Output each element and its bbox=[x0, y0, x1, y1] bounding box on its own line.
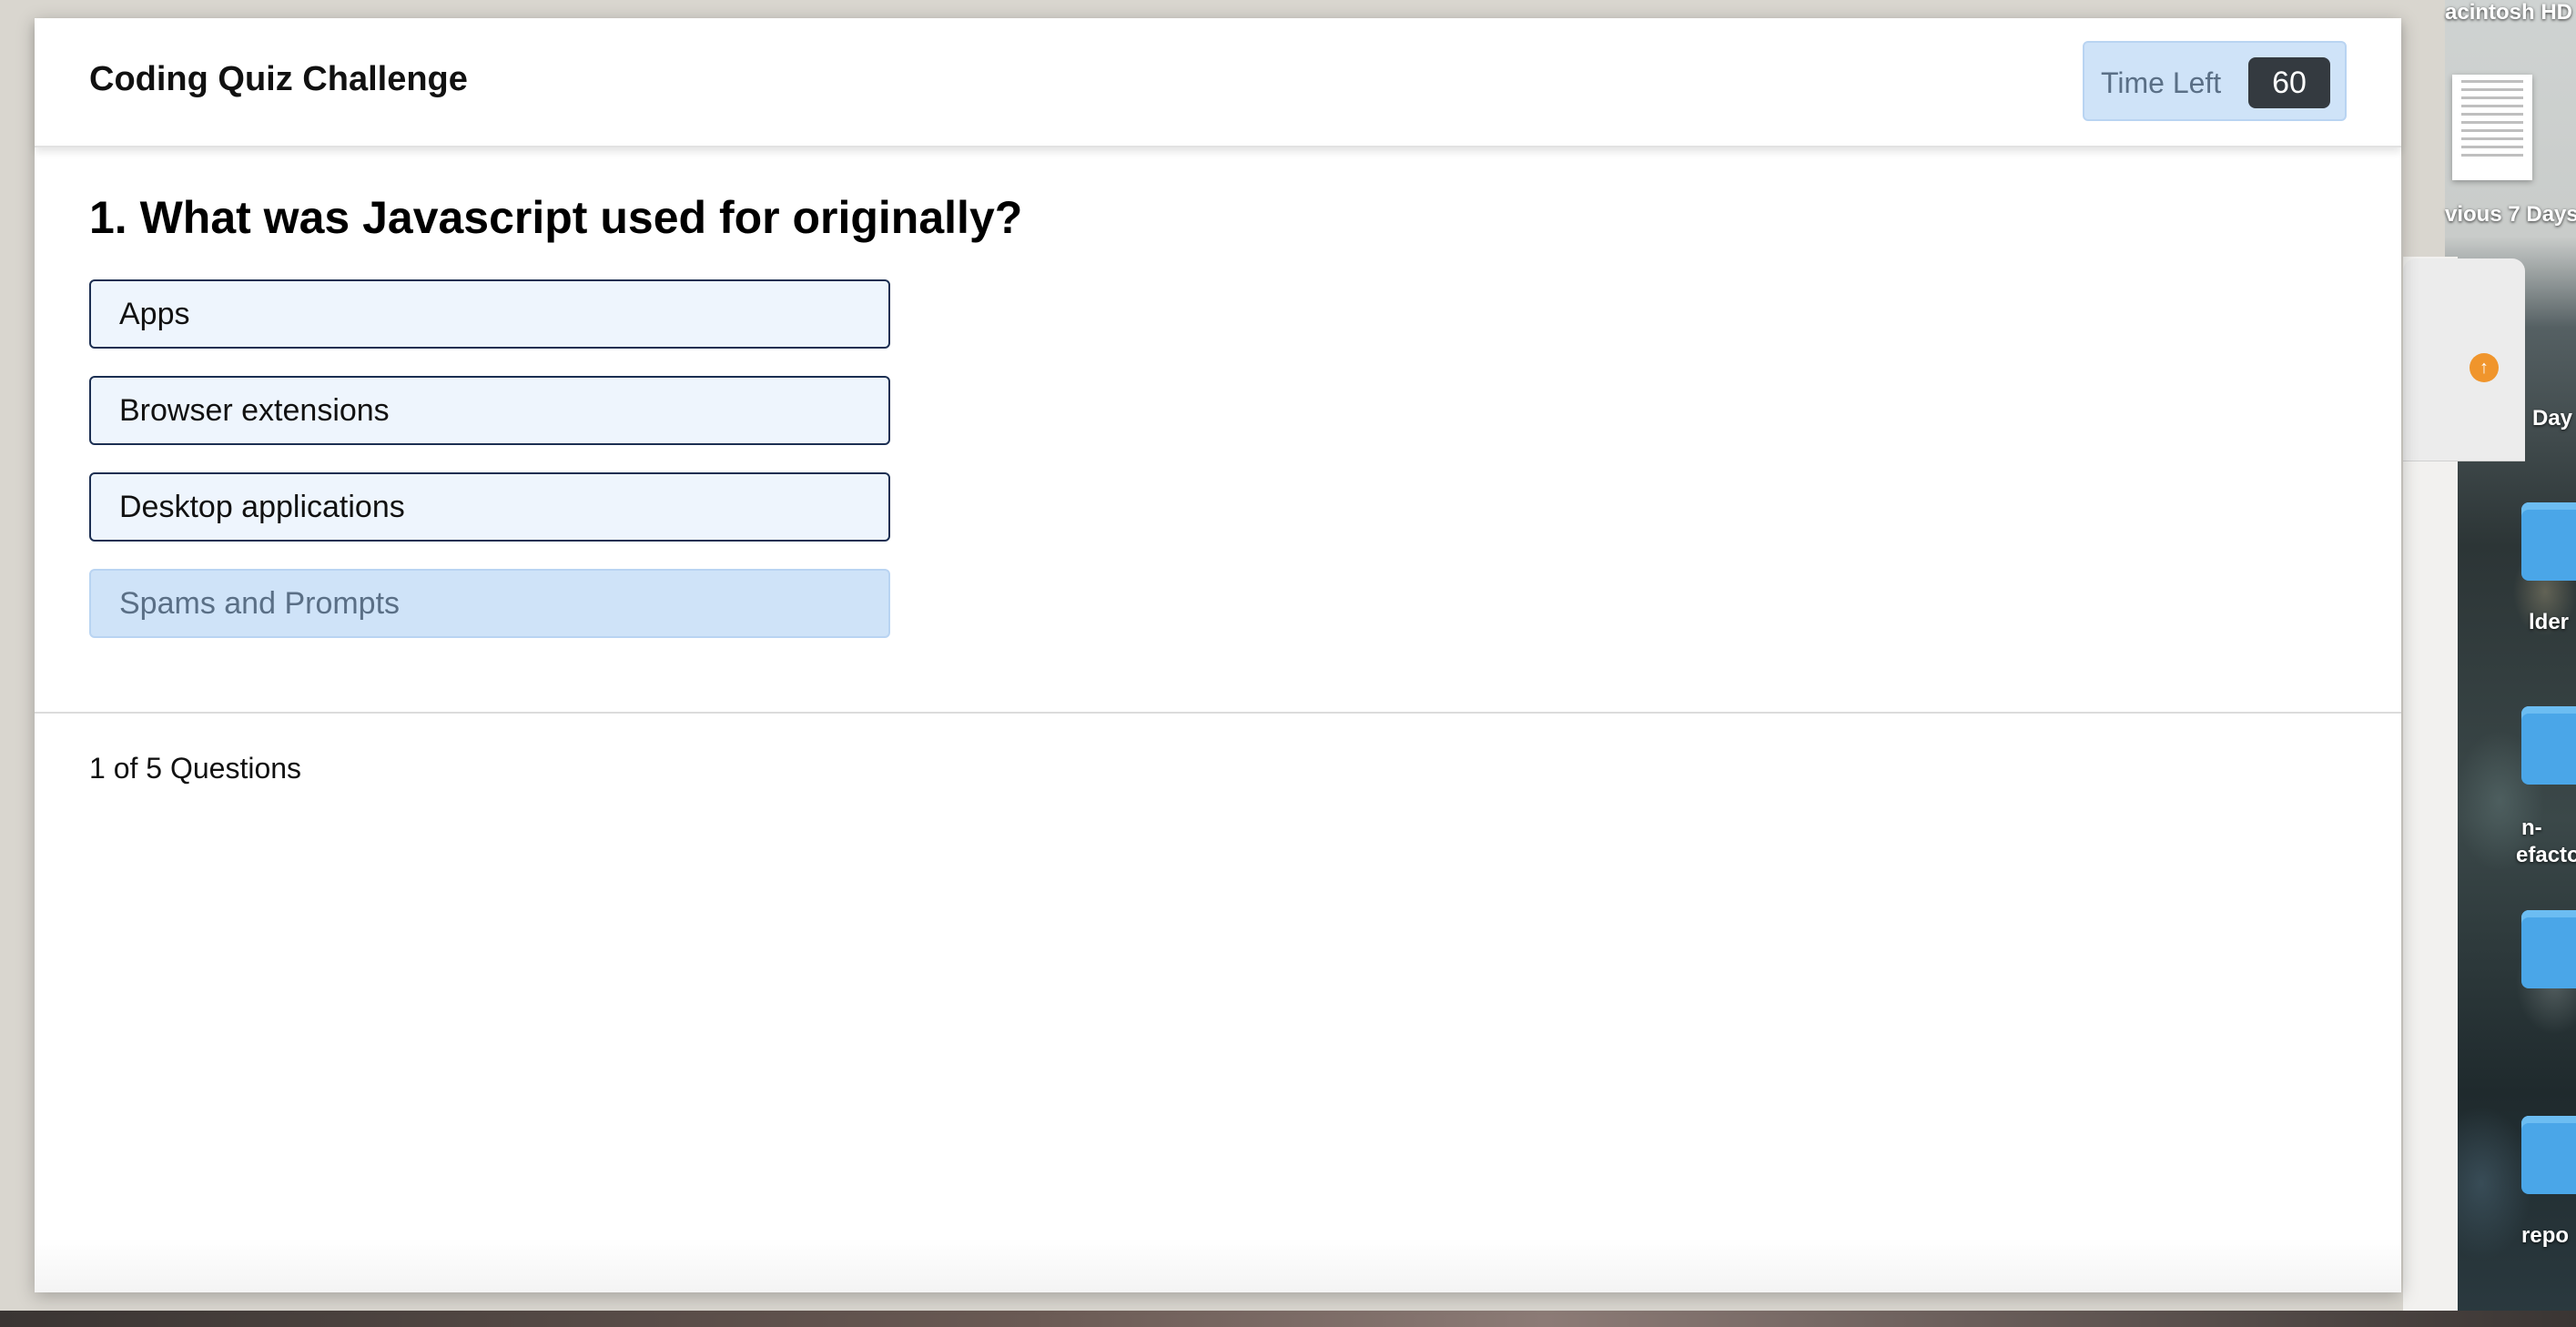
folder-label[interactable]: repo bbox=[2521, 1223, 2569, 1249]
answer-choice-browser-extensions[interactable]: Browser extensions bbox=[89, 376, 890, 445]
window-bottom-shade bbox=[35, 1238, 2401, 1292]
dock-edge bbox=[0, 1311, 2576, 1327]
timer-count-badge: 60 bbox=[2248, 57, 2330, 108]
timer: Time Left 60 bbox=[2083, 41, 2347, 121]
upload-icon[interactable]: ↑ bbox=[2470, 353, 2499, 382]
folder-label[interactable]: lder bbox=[2529, 610, 2569, 635]
page-title: Coding Quiz Challenge bbox=[89, 60, 468, 98]
timer-label: Time Left bbox=[2101, 66, 2222, 99]
quiz-window: Coding Quiz Challenge Time Left 60 1. Wh… bbox=[35, 18, 2401, 1292]
answer-choice-spams-and-prompts[interactable]: Spams and Prompts bbox=[89, 569, 890, 638]
desktop-label-recents[interactable]: vious 7 Days bbox=[2445, 202, 2576, 228]
document-thumbnail-icon[interactable] bbox=[2452, 75, 2532, 180]
folder-icon[interactable] bbox=[2521, 502, 2576, 581]
question-text: 1. What was Javascript used for original… bbox=[89, 192, 1023, 243]
quiz-header: Coding Quiz Challenge Time Left 60 bbox=[35, 18, 2401, 147]
finder-window-toolbar bbox=[2403, 258, 2525, 461]
folder-icon[interactable] bbox=[2521, 706, 2576, 785]
folder-label[interactable]: efacto bbox=[2516, 843, 2576, 868]
answer-choice-apps[interactable]: Apps bbox=[89, 279, 890, 349]
footer-divider bbox=[35, 712, 2401, 714]
answer-choices: Apps Browser extensions Desktop applicat… bbox=[89, 279, 890, 665]
finder-label: Day bbox=[2532, 406, 2573, 431]
question-progress: 1 of 5 Questions bbox=[89, 752, 302, 785]
folder-label[interactable]: n- bbox=[2521, 815, 2542, 841]
answer-choice-desktop-applications[interactable]: Desktop applications bbox=[89, 472, 890, 542]
folder-icon[interactable] bbox=[2521, 1116, 2576, 1194]
folder-icon[interactable] bbox=[2521, 910, 2576, 988]
desktop-label-drive[interactable]: acintosh HD bbox=[2445, 0, 2572, 25]
